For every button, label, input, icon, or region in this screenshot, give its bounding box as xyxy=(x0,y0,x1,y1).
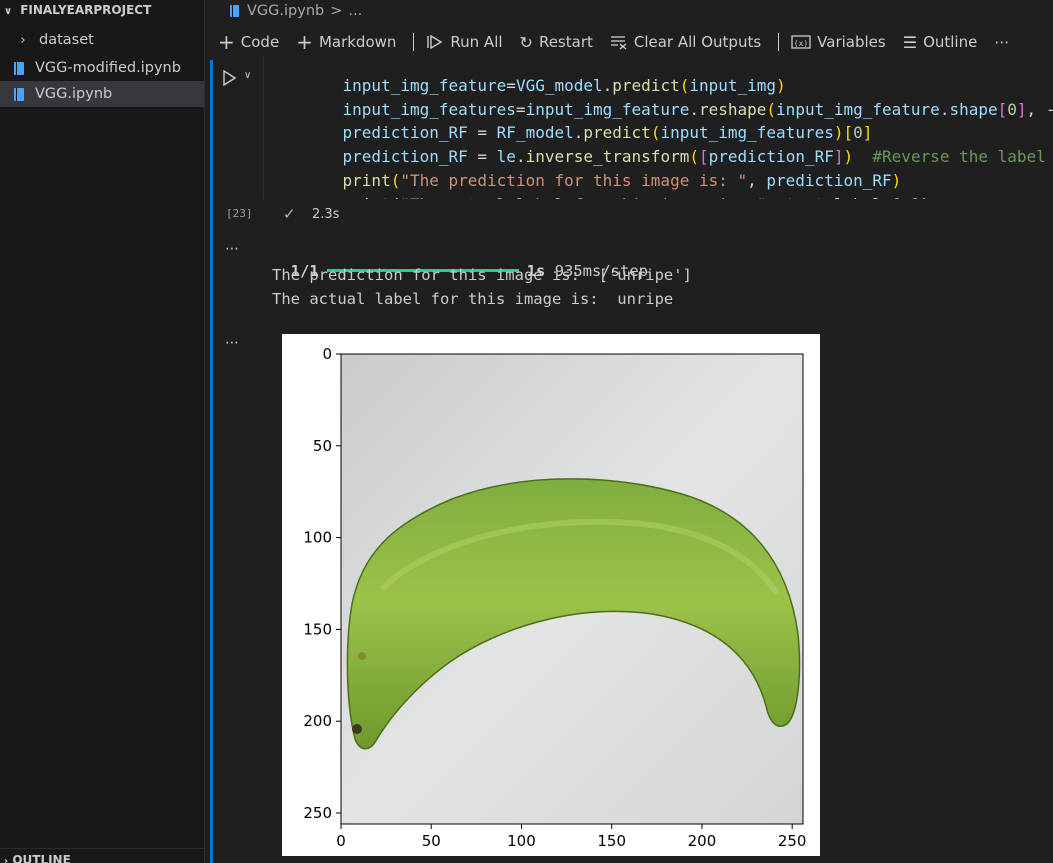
list-icon: ☰ xyxy=(902,32,918,52)
chevron-down-icon: ∨ xyxy=(4,6,13,17)
toolbar-divider xyxy=(778,33,780,51)
x-ticks: 0 50 100 150 200 250 xyxy=(336,824,806,850)
output-more-button[interactable]: ⋯ xyxy=(225,335,240,351)
sidebar-item-dataset[interactable]: › dataset xyxy=(0,27,204,53)
project-title: FINALYEARPROJECT xyxy=(20,3,152,17)
run-cell-button[interactable] xyxy=(222,69,237,90)
y-tick-label: 250 xyxy=(303,804,332,822)
toolbar-divider xyxy=(413,33,415,51)
output-actual-line: The actual label for this image is: unri… xyxy=(272,290,674,308)
plus-icon: + xyxy=(218,30,235,54)
clear-outputs-label: Clear All Outputs xyxy=(633,33,762,51)
chevron-right-icon: › xyxy=(20,32,26,48)
y-tick-label: 100 xyxy=(303,529,332,547)
restart-label: Restart xyxy=(538,33,593,51)
chevron-down-icon[interactable]: ∨ xyxy=(244,70,251,81)
explorer-sidebar: ∨ FINALYEARPROJECT › dataset VGG-modifie… xyxy=(0,0,205,863)
y-tick-label: 0 xyxy=(322,345,332,363)
run-all-button[interactable]: Run All xyxy=(426,33,503,51)
execution-duration: 2.3s xyxy=(312,207,340,222)
run-all-icon xyxy=(426,34,444,50)
x-tick-label: 200 xyxy=(688,832,717,850)
outline-section-header[interactable]: › OUTLINE xyxy=(0,848,204,863)
y-tick-label: 200 xyxy=(303,712,332,730)
x-tick-label: 0 xyxy=(336,832,346,850)
output-figure: 0 50 100 150 200 250 0 50 100 150 200 250 xyxy=(282,334,820,856)
restart-icon: ↻ xyxy=(519,32,533,52)
execution-count: [23] xyxy=(226,207,253,220)
variables-label: Variables xyxy=(817,33,886,51)
add-markdown-label: Markdown xyxy=(318,33,397,51)
sidebar-item-vgg-modified[interactable]: VGG-modified.ipynb xyxy=(0,55,204,81)
code-editor[interactable]: input_img_feature=VGG_model.predict(inpu… xyxy=(263,56,1053,199)
output-prediction-line: The prediction for this image is: ['unri… xyxy=(272,266,692,284)
breadcrumb-file[interactable]: VGG.ipynb xyxy=(247,3,324,19)
y-ticks: 0 50 100 150 200 250 xyxy=(303,345,341,822)
clear-outputs-button[interactable]: Clear All Outputs xyxy=(610,33,761,51)
check-icon: ✓ xyxy=(283,205,296,223)
sidebar-item-vgg[interactable]: VGG.ipynb xyxy=(0,81,204,107)
output-more-button[interactable]: ⋯ xyxy=(225,241,240,257)
outline-section-label: OUTLINE xyxy=(12,853,71,863)
outline-button[interactable]: ☰ Outline xyxy=(903,33,978,52)
run-all-label: Run All xyxy=(450,33,503,51)
breadcrumb-separator: > xyxy=(330,3,343,19)
add-code-button[interactable]: + Code xyxy=(218,30,279,54)
play-icon xyxy=(223,69,237,87)
sidebar-item-label: VGG-modified.ipynb xyxy=(35,60,181,76)
code-line: print("The actual label for this image i… xyxy=(304,175,931,199)
x-tick-label: 250 xyxy=(778,832,807,850)
add-markdown-button[interactable]: + Markdown xyxy=(296,30,396,54)
add-code-label: Code xyxy=(240,33,280,51)
notebook-icon xyxy=(12,87,26,101)
x-tick-label: 100 xyxy=(507,832,536,850)
y-tick-label: 150 xyxy=(303,620,332,638)
plus-icon: + xyxy=(296,30,313,54)
notebook-toolbar: + Code + Markdown Run All ↻ Restart Clea… xyxy=(218,30,1026,54)
y-tick-label: 50 xyxy=(313,437,332,455)
variables-icon: (x) xyxy=(791,34,811,50)
chevron-right-icon: › xyxy=(4,856,9,863)
banana-spot xyxy=(358,652,366,660)
sidebar-item-label: VGG.ipynb xyxy=(35,86,113,102)
variables-button[interactable]: (x) Variables xyxy=(791,33,886,51)
sidebar-item-label: dataset xyxy=(39,32,94,48)
notebook-icon xyxy=(230,5,239,18)
breadcrumb-rest[interactable]: ... xyxy=(348,3,362,19)
svg-text:(x): (x) xyxy=(794,39,808,48)
breadcrumb: VGG.ipynb > ... xyxy=(230,3,362,19)
restart-button[interactable]: ↻ Restart xyxy=(520,33,593,52)
x-tick-label: 150 xyxy=(597,832,626,850)
outline-label: Outline xyxy=(923,33,978,51)
more-icon: ⋯ xyxy=(994,33,1010,51)
x-tick-label: 50 xyxy=(422,832,441,850)
notebook-icon xyxy=(12,61,26,75)
cell-focus-indicator xyxy=(210,60,213,863)
project-header[interactable]: ∨ FINALYEARPROJECT xyxy=(4,3,151,17)
image-plot: 0 50 100 150 200 250 0 50 100 150 200 250 xyxy=(303,345,806,850)
clear-all-icon xyxy=(610,34,628,50)
more-actions-button[interactable]: ⋯ xyxy=(994,33,1009,51)
banana-tip xyxy=(352,724,362,734)
